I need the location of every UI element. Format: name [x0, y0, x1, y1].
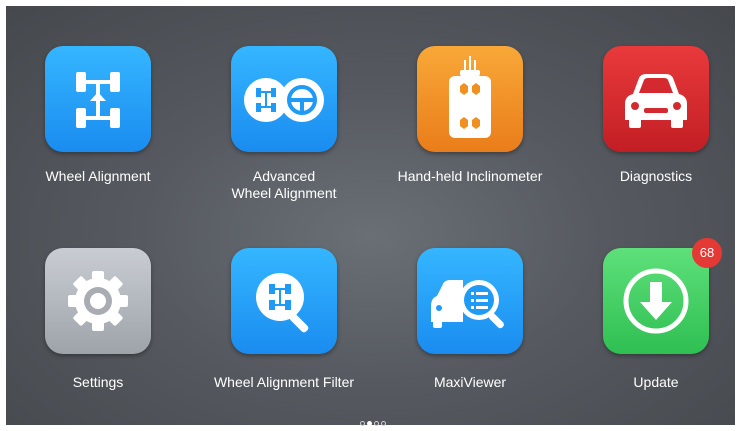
download-arrow-icon[interactable]: [603, 248, 709, 354]
app-label: MaxiViewer: [433, 374, 507, 390]
page-dot[interactable]: [381, 421, 386, 426]
gear-icon[interactable]: [45, 248, 151, 354]
app-label: Advanced Wheel Alignment: [199, 168, 369, 202]
page-indicator[interactable]: [360, 421, 386, 427]
app-label-line1: Advanced: [252, 168, 316, 184]
page-dot-current[interactable]: [367, 421, 372, 426]
inclinometer-icon[interactable]: [417, 46, 523, 152]
wheel-alignment-icon[interactable]: [45, 46, 151, 152]
page-dot[interactable]: [360, 421, 365, 426]
update-count-badge: 68: [692, 238, 722, 268]
app-label: Settings: [72, 374, 124, 390]
app-label: Update: [633, 374, 679, 390]
maxiviewer-icon[interactable]: [417, 248, 523, 354]
app-label: Diagnostics: [619, 168, 693, 184]
car-icon[interactable]: [603, 46, 709, 152]
advanced-wheel-alignment-icon[interactable]: [231, 46, 337, 152]
page-dot[interactable]: [374, 421, 379, 426]
app-label: Hand-held Inclinometer: [397, 168, 543, 184]
app-label-line2: Wheel Alignment: [231, 185, 337, 201]
app-label: Wheel Alignment: [45, 168, 151, 184]
home-screen: Wheel Alignment Advanced Wheel Alignment…: [6, 6, 735, 425]
app-label: Wheel Alignment Filter: [213, 374, 355, 390]
alignment-filter-icon[interactable]: [231, 248, 337, 354]
